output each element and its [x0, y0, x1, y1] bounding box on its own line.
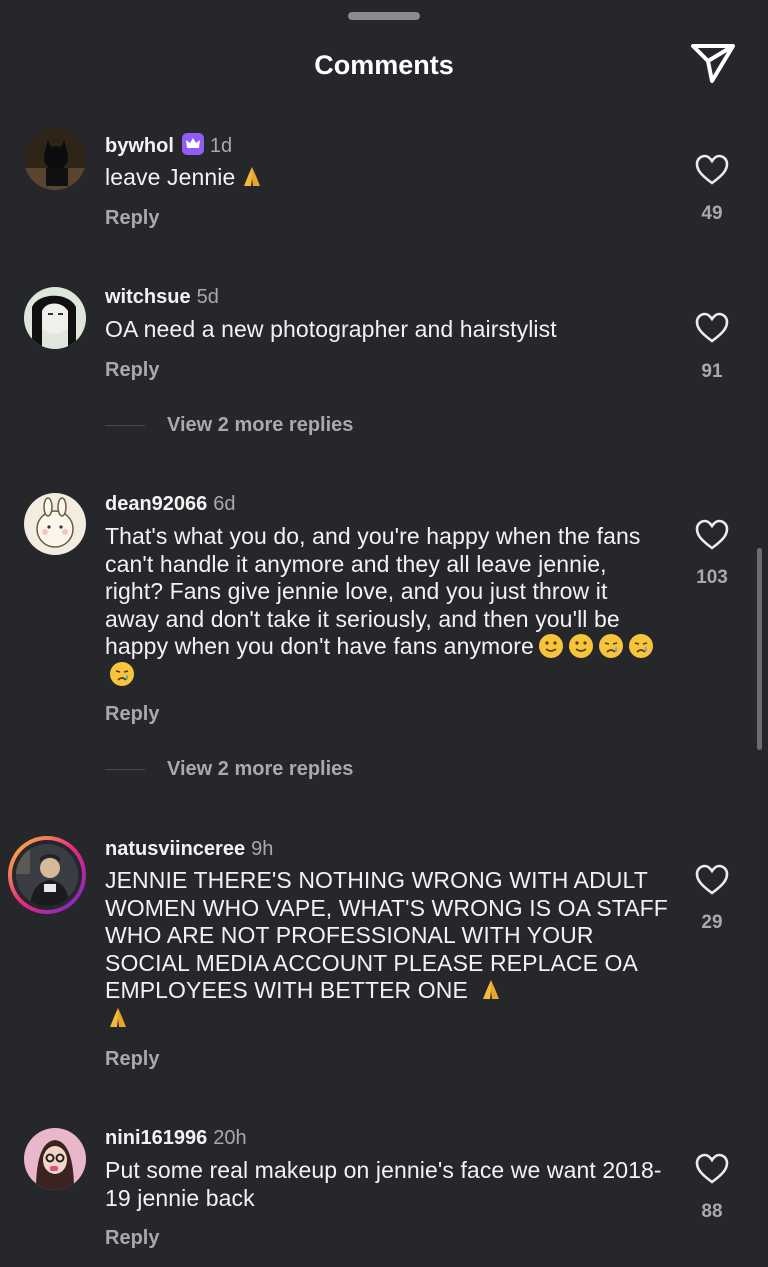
avatar[interactable] — [24, 1128, 86, 1190]
paper-plane-icon[interactable] — [690, 42, 736, 84]
reply-button[interactable]: Reply — [105, 1227, 159, 1250]
folded-hands-emoji-icon — [244, 167, 261, 186]
crown-icon — [181, 133, 204, 155]
username[interactable]: natusviinceree — [105, 838, 245, 860]
comment-text: OA need a new photographer and hairstyli… — [105, 316, 557, 342]
like-count: 103 — [696, 567, 728, 588]
like-count: 88 — [701, 1201, 723, 1222]
folded-hands-emoji-icon — [110, 1007, 126, 1027]
comment-text: leave Jennie — [105, 164, 665, 192]
comment-meta: natusviinceree 9h — [105, 838, 273, 861]
username[interactable]: witchsue — [105, 286, 191, 308]
comment-meta: witchsue 5d — [105, 286, 219, 309]
crying-face-emoji-icon — [628, 634, 653, 658]
comment-time: 6d — [213, 493, 236, 515]
heart-icon[interactable] — [695, 864, 729, 896]
scrollbar[interactable] — [757, 548, 762, 750]
heart-icon[interactable] — [695, 312, 729, 344]
slightly-smiling-face-emoji-icon — [568, 634, 593, 658]
comment-meta: dean92066 6d — [105, 493, 236, 516]
comment-text: Put some real makeup on jennie's face we… — [105, 1157, 662, 1211]
username[interactable]: nini161996 — [105, 1127, 207, 1149]
view-more-replies[interactable]: View 2 more replies — [105, 414, 353, 437]
folded-hands-emoji-icon — [483, 980, 500, 999]
comment-meta: nini161996 20h — [105, 1127, 247, 1150]
divider — [105, 769, 145, 771]
heart-icon[interactable] — [695, 154, 729, 186]
comment-meta: bywhol 1d — [105, 133, 232, 158]
divider — [105, 425, 145, 427]
avatar[interactable] — [24, 287, 86, 349]
heart-icon[interactable] — [695, 519, 729, 551]
comment-text: JENNIE THERE'S NOTHING WRONG WITH ADULT … — [105, 867, 680, 1032]
comment-time: 5d — [196, 286, 219, 308]
comments-sheet: Comments bywhol 1d leave Jennie Reply 49 … — [0, 0, 768, 1267]
avatar[interactable] — [24, 493, 86, 555]
comment-time: 20h — [213, 1127, 247, 1149]
comment-text: That's what you do, and you're happy whe… — [105, 523, 665, 688]
comment-time: 1d — [209, 135, 233, 157]
sheet-drag-handle[interactable] — [348, 12, 420, 20]
view-more-replies[interactable]: View 2 more replies — [105, 758, 353, 781]
avatar[interactable] — [24, 128, 86, 190]
avatar-story-ring[interactable] — [8, 836, 86, 914]
reply-button[interactable]: Reply — [105, 207, 159, 230]
like-count: 29 — [701, 912, 723, 933]
reply-button[interactable]: Reply — [105, 703, 159, 726]
heart-icon[interactable] — [695, 1153, 729, 1185]
page-title: Comments — [314, 50, 454, 80]
crying-face-emoji-icon — [110, 661, 134, 686]
reply-button[interactable]: Reply — [105, 359, 159, 382]
reply-button[interactable]: Reply — [105, 1048, 159, 1071]
like-count: 91 — [701, 361, 723, 382]
like-count: 49 — [701, 203, 723, 224]
username[interactable]: dean92066 — [105, 493, 207, 515]
crying-face-emoji-icon — [598, 634, 623, 658]
slightly-smiling-face-emoji-icon — [538, 634, 563, 658]
username[interactable]: bywhol — [105, 135, 174, 157]
comment-time: 9h — [251, 838, 274, 860]
avatar — [16, 844, 78, 906]
